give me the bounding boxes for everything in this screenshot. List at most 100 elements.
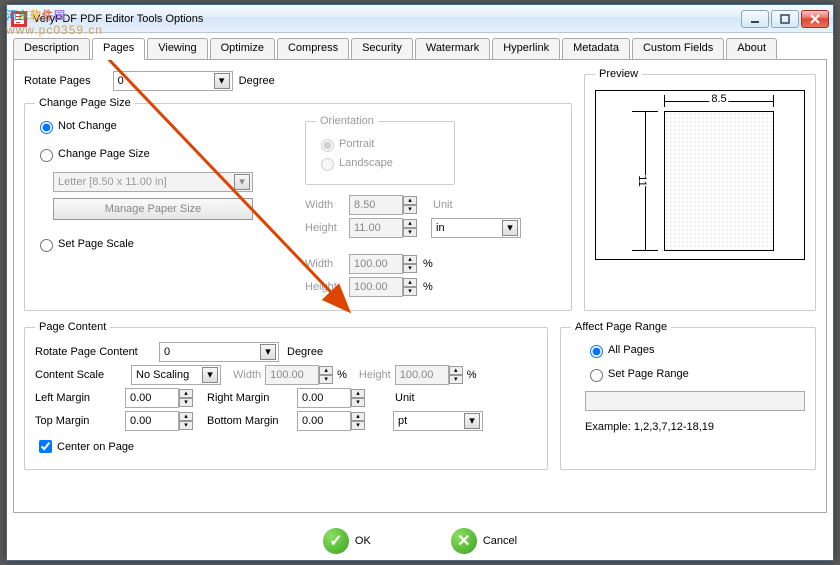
rotate-pages-value: 0: [118, 75, 124, 87]
content-width-input[interactable]: [265, 365, 319, 385]
options-window: VeryPDF PDF Editor Tools Options Descrip…: [6, 4, 834, 561]
margin-unit-combo[interactable]: pt▾: [393, 411, 483, 431]
window-title: VeryPDF PDF Editor Tools Options: [33, 13, 741, 25]
rotate-content-unit: Degree: [287, 346, 323, 358]
change-page-size-legend: Change Page Size: [35, 97, 135, 109]
tab-description[interactable]: Description: [13, 38, 90, 60]
page-content-group: Page Content Rotate Page Content0▾Degree…: [24, 321, 548, 470]
tab-custom-fields[interactable]: Custom Fields: [632, 38, 724, 60]
page-range-input[interactable]: [585, 391, 805, 411]
change-page-size-group: Change Page Size Not Change Change Page …: [24, 97, 572, 311]
unit-label: Unit: [433, 199, 453, 211]
content-width-spinner[interactable]: ▴▾: [319, 366, 333, 384]
content-height-label: Height: [359, 369, 391, 381]
margin-unit-value: pt: [398, 415, 407, 427]
bottom-margin-input[interactable]: [297, 411, 351, 431]
right-margin-spinner[interactable]: ▴▾: [351, 389, 365, 407]
scale-height-input[interactable]: [349, 277, 403, 297]
paper-preset-value: Letter [8.50 x 11.00 in]: [58, 176, 167, 188]
size-unit-combo[interactable]: in▾: [431, 218, 521, 238]
not-change-radio[interactable]: [40, 121, 53, 134]
set-page-scale-label: Set Page Scale: [58, 238, 134, 250]
tab-about[interactable]: About: [726, 38, 777, 60]
rotate-content-value: 0: [164, 346, 170, 358]
preview-width-value: 8.5: [709, 93, 728, 105]
content-scale-combo[interactable]: No Scaling ▾: [131, 365, 221, 385]
close-button[interactable]: [801, 10, 829, 28]
tab-viewing[interactable]: Viewing: [147, 38, 207, 60]
manage-paper-size-button[interactable]: Manage Paper Size: [53, 198, 253, 220]
portrait-radio[interactable]: [321, 139, 334, 152]
scale-width-unit: %: [423, 258, 433, 270]
preview-canvas: 8.5 11: [595, 90, 805, 260]
content-width-label: Width: [233, 369, 261, 381]
scale-height-unit: %: [423, 281, 433, 293]
affect-page-range-legend: Affect Page Range: [571, 321, 671, 333]
top-margin-label: Top Margin: [35, 415, 121, 427]
preview-legend: Preview: [595, 68, 642, 80]
cross-icon: ✕: [451, 528, 477, 554]
portrait-label: Portrait: [339, 138, 374, 150]
chevron-down-icon: ▾: [202, 367, 218, 383]
left-margin-spinner[interactable]: ▴▾: [179, 389, 193, 407]
scale-height-spinner[interactable]: ▴▾: [403, 278, 417, 296]
width-spinner[interactable]: ▴▾: [403, 196, 417, 214]
content-height-unit: %: [467, 369, 477, 381]
left-margin-input[interactable]: [125, 388, 179, 408]
content-width-unit: %: [337, 369, 347, 381]
cancel-label: Cancel: [483, 535, 517, 547]
landscape-radio[interactable]: [321, 158, 334, 171]
titlebar[interactable]: VeryPDF PDF Editor Tools Options: [7, 5, 833, 33]
center-on-page-checkbox[interactable]: [39, 440, 52, 453]
right-margin-input[interactable]: [297, 388, 351, 408]
change-page-size-radio[interactable]: [40, 149, 53, 162]
tab-compress[interactable]: Compress: [277, 38, 349, 60]
height-label: Height: [305, 222, 345, 234]
set-page-range-radio[interactable]: [590, 369, 603, 382]
paper-preset-combo[interactable]: Letter [8.50 x 11.00 in] ▾: [53, 172, 253, 192]
preview-group: Preview 8.5 11: [584, 68, 816, 311]
right-margin-label: Right Margin: [207, 392, 293, 404]
tab-hyperlink[interactable]: Hyperlink: [492, 38, 560, 60]
page-content-legend: Page Content: [35, 321, 110, 333]
content-height-spinner[interactable]: ▴▾: [449, 366, 463, 384]
cancel-button[interactable]: ✕ Cancel: [451, 528, 517, 554]
top-margin-spinner[interactable]: ▴▾: [179, 412, 193, 430]
dialog-footer: ✓ OK ✕ Cancel: [7, 528, 833, 554]
margin-unit-label: Unit: [395, 392, 415, 404]
minimize-button[interactable]: [741, 10, 769, 28]
scale-height-label: Height: [305, 281, 345, 293]
app-icon: [11, 11, 27, 27]
rotate-content-combo[interactable]: 0▾: [159, 342, 279, 362]
all-pages-radio[interactable]: [590, 345, 603, 358]
tab-security[interactable]: Security: [351, 38, 413, 60]
width-input[interactable]: [349, 195, 403, 215]
affect-page-range-group: Affect Page Range All Pages Set Page Ran…: [560, 321, 816, 470]
checkmark-icon: ✓: [323, 528, 349, 554]
rotate-pages-combo[interactable]: 0 ▾: [113, 71, 233, 91]
bottom-margin-spinner[interactable]: ▴▾: [351, 412, 365, 430]
height-input[interactable]: [349, 218, 403, 238]
orientation-group: Orientation Portrait Landscape: [305, 115, 455, 185]
content-scale-value: No Scaling: [136, 369, 189, 381]
scale-width-spinner[interactable]: ▴▾: [403, 255, 417, 273]
preview-height-value: 11: [634, 175, 650, 186]
maximize-button[interactable]: [771, 10, 799, 28]
tab-optimize[interactable]: Optimize: [210, 38, 275, 60]
tab-watermark[interactable]: Watermark: [415, 38, 490, 60]
height-spinner[interactable]: ▴▾: [403, 219, 417, 237]
tab-metadata[interactable]: Metadata: [562, 38, 630, 60]
ok-label: OK: [355, 535, 371, 547]
all-pages-label: All Pages: [608, 344, 654, 356]
content-scale-label: Content Scale: [35, 369, 127, 381]
scale-width-input[interactable]: [349, 254, 403, 274]
chevron-down-icon: ▾: [234, 174, 250, 190]
tab-bar: Description Pages Viewing Optimize Compr…: [13, 37, 827, 59]
width-label: Width: [305, 199, 345, 211]
top-margin-input[interactable]: [125, 411, 179, 431]
tab-pages[interactable]: Pages: [92, 38, 145, 60]
set-page-scale-radio[interactable]: [40, 239, 53, 252]
orientation-legend: Orientation: [316, 115, 378, 127]
ok-button[interactable]: ✓ OK: [323, 528, 371, 554]
content-height-input[interactable]: [395, 365, 449, 385]
